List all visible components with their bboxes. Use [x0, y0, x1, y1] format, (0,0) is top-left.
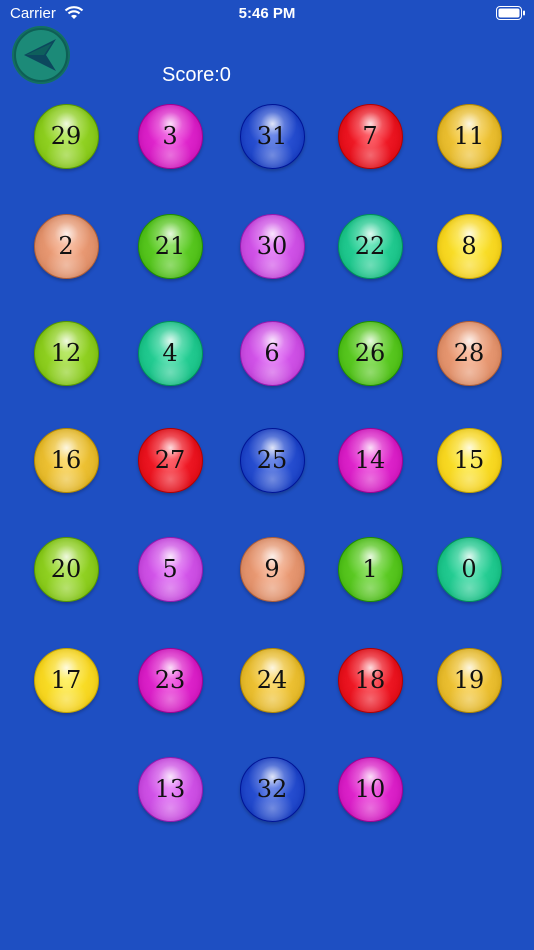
- ball-label: 19: [453, 666, 485, 694]
- ball-label: 12: [50, 339, 82, 367]
- ball-27[interactable]: 27: [137, 427, 203, 493]
- ball-label: 31: [256, 122, 288, 150]
- ball-10[interactable]: 10: [337, 756, 403, 822]
- ball-label: 9: [264, 555, 280, 583]
- ball-label: 14: [354, 446, 386, 474]
- ball-grid: 29 3 31 7 11 2 21 30 22 8 12 4 6 26 28 16 27 25 14 15 20 5 9 1 0…: [0, 0, 534, 950]
- ball-24[interactable]: 24: [239, 647, 305, 713]
- ball-18[interactable]: 18: [337, 647, 403, 713]
- ball-22[interactable]: 22: [337, 213, 403, 279]
- ball-9[interactable]: 9: [239, 536, 305, 602]
- ball-23[interactable]: 23: [137, 647, 203, 713]
- ball-5[interactable]: 5: [137, 536, 203, 602]
- ball-19[interactable]: 19: [436, 647, 502, 713]
- ball-label: 29: [50, 122, 82, 150]
- ball-label: 4: [162, 339, 178, 367]
- ball-16[interactable]: 16: [33, 427, 99, 493]
- ball-8[interactable]: 8: [436, 213, 502, 279]
- ball-label: 21: [154, 232, 186, 260]
- ball-label: 32: [256, 775, 288, 803]
- ball-label: 20: [50, 555, 82, 583]
- ball-29[interactable]: 29: [33, 103, 99, 169]
- ball-11[interactable]: 11: [436, 103, 502, 169]
- ball-label: 1: [362, 555, 378, 583]
- ball-17[interactable]: 17: [33, 647, 99, 713]
- ball-label: 27: [154, 446, 186, 474]
- ball-label: 16: [50, 446, 82, 474]
- ball-4[interactable]: 4: [137, 320, 203, 386]
- ball-20[interactable]: 20: [33, 536, 99, 602]
- ball-label: 8: [461, 232, 477, 260]
- ball-label: 5: [162, 555, 178, 583]
- ball-31[interactable]: 31: [239, 103, 305, 169]
- ball-15[interactable]: 15: [436, 427, 502, 493]
- ball-14[interactable]: 14: [337, 427, 403, 493]
- ball-label: 3: [162, 122, 178, 150]
- ball-label: 10: [354, 775, 386, 803]
- ball-label: 28: [453, 339, 485, 367]
- ball-label: 7: [362, 122, 378, 150]
- ball-1[interactable]: 1: [337, 536, 403, 602]
- ball-0[interactable]: 0: [436, 536, 502, 602]
- ball-label: 25: [256, 446, 288, 474]
- ball-21[interactable]: 21: [137, 213, 203, 279]
- ball-label: 22: [354, 232, 386, 260]
- ball-label: 17: [50, 666, 82, 694]
- ball-label: 30: [256, 232, 288, 260]
- ball-7[interactable]: 7: [337, 103, 403, 169]
- ball-13[interactable]: 13: [137, 756, 203, 822]
- ball-label: 26: [354, 339, 386, 367]
- ball-label: 23: [154, 666, 186, 694]
- ball-label: 15: [453, 446, 485, 474]
- ball-25[interactable]: 25: [239, 427, 305, 493]
- ball-label: 2: [58, 232, 74, 260]
- ball-label: 11: [453, 122, 485, 150]
- ball-30[interactable]: 30: [239, 213, 305, 279]
- ball-26[interactable]: 26: [337, 320, 403, 386]
- ball-12[interactable]: 12: [33, 320, 99, 386]
- ball-2[interactable]: 2: [33, 213, 99, 279]
- ball-label: 13: [154, 775, 186, 803]
- ball-6[interactable]: 6: [239, 320, 305, 386]
- ball-label: 24: [256, 666, 288, 694]
- ball-label: 0: [461, 555, 477, 583]
- ball-label: 18: [354, 666, 386, 694]
- ball-32[interactable]: 32: [239, 756, 305, 822]
- ball-3[interactable]: 3: [137, 103, 203, 169]
- ball-28[interactable]: 28: [436, 320, 502, 386]
- ball-label: 6: [264, 339, 280, 367]
